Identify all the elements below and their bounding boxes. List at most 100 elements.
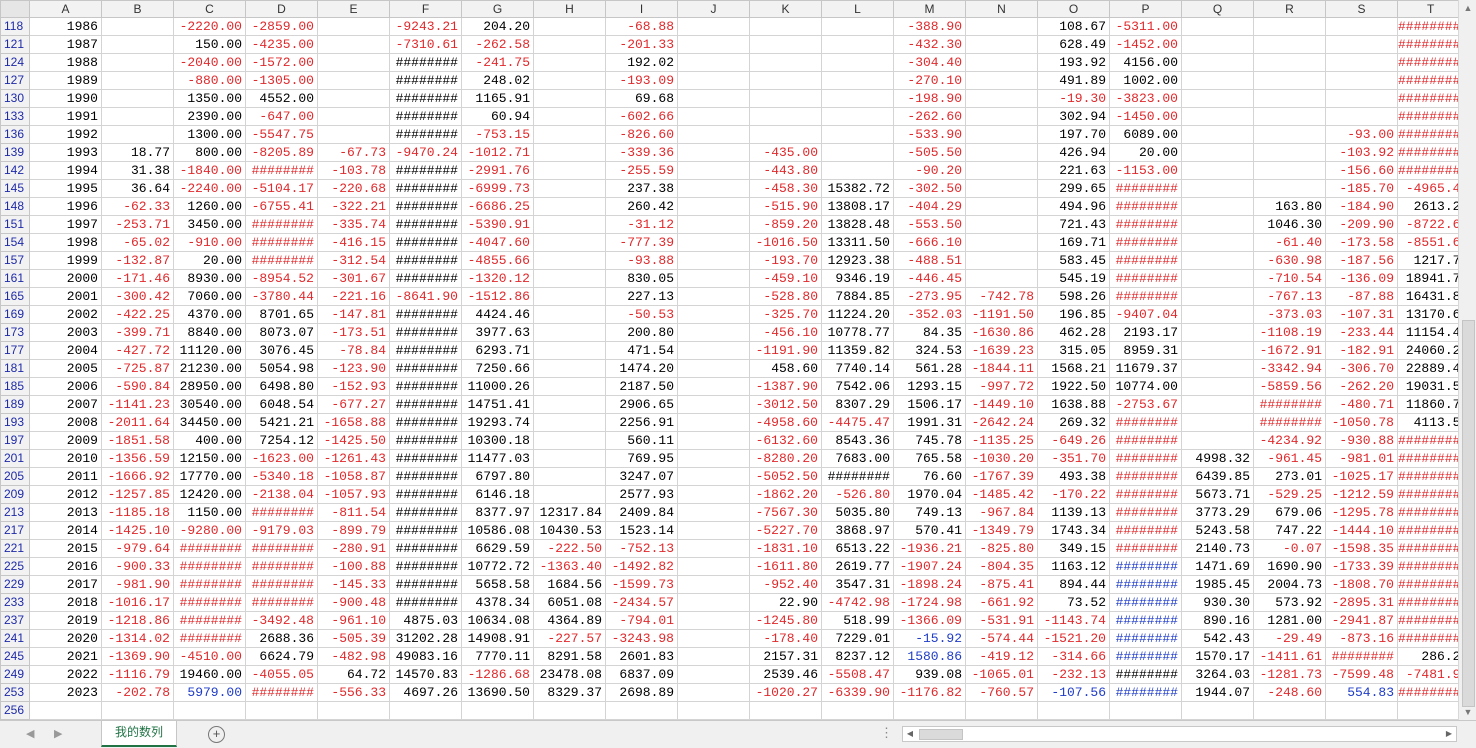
cell-g[interactable]: -1320.12 bbox=[461, 269, 534, 288]
cell-i[interactable]: 1523.14 bbox=[605, 521, 678, 540]
cell-i[interactable]: 69.68 bbox=[605, 89, 678, 108]
cell-c[interactable]: ######## bbox=[173, 539, 246, 558]
cell-c[interactable]: 21230.00 bbox=[173, 359, 246, 378]
cell-i[interactable]: 260.42 bbox=[605, 197, 678, 216]
cell-b[interactable]: 31.38 bbox=[101, 161, 174, 180]
cell-j[interactable] bbox=[677, 647, 750, 666]
scroll-down-icon[interactable]: ▼ bbox=[1459, 704, 1476, 720]
cell-j[interactable] bbox=[677, 413, 750, 432]
cell-f[interactable] bbox=[389, 701, 462, 720]
cell-p[interactable]: 1002.00 bbox=[1109, 71, 1182, 90]
row-header[interactable]: 124 bbox=[0, 53, 30, 72]
cell-b[interactable]: -1425.10 bbox=[101, 521, 174, 540]
cell-n[interactable]: -804.35 bbox=[965, 557, 1038, 576]
cell-b[interactable]: -422.25 bbox=[101, 305, 174, 324]
cell-i[interactable]: 2906.65 bbox=[605, 395, 678, 414]
cell-n[interactable] bbox=[965, 161, 1038, 180]
cell-l[interactable]: -526.80 bbox=[821, 485, 894, 504]
cell-i[interactable]: 2409.84 bbox=[605, 503, 678, 522]
cell-a[interactable]: 2016 bbox=[29, 557, 102, 576]
cell-t[interactable]: 11860.7 bbox=[1396, 395, 1465, 414]
cell-k[interactable] bbox=[749, 89, 822, 108]
cell-p[interactable]: 6089.00 bbox=[1109, 125, 1182, 144]
cell-d[interactable]: -5340.18 bbox=[245, 467, 318, 486]
cell-q[interactable] bbox=[1181, 413, 1254, 432]
cell-p[interactable]: 4156.00 bbox=[1109, 53, 1182, 72]
cell-k[interactable]: -515.90 bbox=[749, 197, 822, 216]
cell-g[interactable]: -4047.60 bbox=[461, 233, 534, 252]
cell-h[interactable] bbox=[533, 467, 606, 486]
cell-r[interactable] bbox=[1253, 143, 1326, 162]
row-header[interactable]: 127 bbox=[0, 71, 30, 90]
cell-s[interactable]: -184.90 bbox=[1325, 197, 1398, 216]
cell-q[interactable]: 542.43 bbox=[1181, 629, 1254, 648]
cell-i[interactable]: 2698.89 bbox=[605, 683, 678, 702]
cell-f[interactable]: -9243.21 bbox=[389, 17, 462, 36]
cell-f[interactable]: 31202.28 bbox=[389, 629, 462, 648]
column-header-m[interactable]: M bbox=[893, 0, 966, 18]
cell-i[interactable]: 830.05 bbox=[605, 269, 678, 288]
cell-t[interactable]: ######## bbox=[1396, 53, 1465, 72]
cell-g[interactable]: 10300.18 bbox=[461, 431, 534, 450]
cell-j[interactable] bbox=[677, 179, 750, 198]
cell-f[interactable]: ######## bbox=[389, 503, 462, 522]
cell-b[interactable]: -1218.86 bbox=[101, 611, 174, 630]
cell-i[interactable]: -752.13 bbox=[605, 539, 678, 558]
cell-a[interactable]: 1999 bbox=[29, 251, 102, 270]
cell-o[interactable]: 491.89 bbox=[1037, 71, 1110, 90]
cell-h[interactable] bbox=[533, 377, 606, 396]
cell-b[interactable] bbox=[101, 17, 174, 36]
cell-k[interactable]: 458.60 bbox=[749, 359, 822, 378]
cell-m[interactable]: 570.41 bbox=[893, 521, 966, 540]
cell-k[interactable]: -1245.80 bbox=[749, 611, 822, 630]
cell-k[interactable]: 2539.46 bbox=[749, 665, 822, 684]
cell-d[interactable]: -1572.00 bbox=[245, 53, 318, 72]
cell-q[interactable] bbox=[1181, 143, 1254, 162]
cell-s[interactable]: -1025.17 bbox=[1325, 467, 1398, 486]
row-header[interactable]: 217 bbox=[0, 521, 30, 540]
cell-f[interactable]: ######## bbox=[389, 395, 462, 414]
cell-o[interactable]: 1163.12 bbox=[1037, 557, 1110, 576]
cell-c[interactable]: -910.00 bbox=[173, 233, 246, 252]
cell-k[interactable]: -193.70 bbox=[749, 251, 822, 270]
cell-k[interactable]: -1191.90 bbox=[749, 341, 822, 360]
cell-j[interactable] bbox=[677, 53, 750, 72]
cell-n[interactable]: -1135.25 bbox=[965, 431, 1038, 450]
cell-p[interactable]: ######## bbox=[1109, 539, 1182, 558]
cell-o[interactable]: 583.45 bbox=[1037, 251, 1110, 270]
cell-h[interactable] bbox=[533, 395, 606, 414]
cell-i[interactable]: -255.59 bbox=[605, 161, 678, 180]
cell-b[interactable]: -300.42 bbox=[101, 287, 174, 306]
cell-c[interactable]: 1350.00 bbox=[173, 89, 246, 108]
cell-d[interactable]: 3076.45 bbox=[245, 341, 318, 360]
cell-l[interactable]: 15382.72 bbox=[821, 179, 894, 198]
cell-i[interactable]: -68.88 bbox=[605, 17, 678, 36]
column-header-d[interactable]: D bbox=[245, 0, 318, 18]
cell-q[interactable] bbox=[1181, 269, 1254, 288]
cell-t[interactable]: ######## bbox=[1396, 683, 1465, 702]
cell-a[interactable]: 2019 bbox=[29, 611, 102, 630]
cell-m[interactable]: -1936.21 bbox=[893, 539, 966, 558]
cell-p[interactable]: ######## bbox=[1109, 665, 1182, 684]
cell-g[interactable]: -1286.68 bbox=[461, 665, 534, 684]
cell-h[interactable] bbox=[533, 341, 606, 360]
cell-t[interactable]: ######## bbox=[1396, 35, 1465, 54]
cell-f[interactable]: ######## bbox=[389, 197, 462, 216]
cell-p[interactable]: ######## bbox=[1109, 215, 1182, 234]
cell-l[interactable]: 3547.31 bbox=[821, 575, 894, 594]
cell-d[interactable]: -9179.03 bbox=[245, 521, 318, 540]
cell-n[interactable] bbox=[965, 89, 1038, 108]
cell-q[interactable] bbox=[1181, 701, 1254, 720]
cell-c[interactable]: 7060.00 bbox=[173, 287, 246, 306]
cell-c[interactable]: 150.00 bbox=[173, 35, 246, 54]
cell-i[interactable]: 560.11 bbox=[605, 431, 678, 450]
cell-r[interactable] bbox=[1253, 107, 1326, 126]
cell-k[interactable]: -325.70 bbox=[749, 305, 822, 324]
cell-t[interactable]: 1217.7 bbox=[1396, 251, 1465, 270]
cell-b[interactable]: -65.02 bbox=[101, 233, 174, 252]
column-header-f[interactable]: F bbox=[389, 0, 462, 18]
cell-p[interactable]: -3823.00 bbox=[1109, 89, 1182, 108]
cell-d[interactable]: 6624.79 bbox=[245, 647, 318, 666]
cell-o[interactable]: 1922.50 bbox=[1037, 377, 1110, 396]
cell-e[interactable]: -1057.93 bbox=[317, 485, 390, 504]
